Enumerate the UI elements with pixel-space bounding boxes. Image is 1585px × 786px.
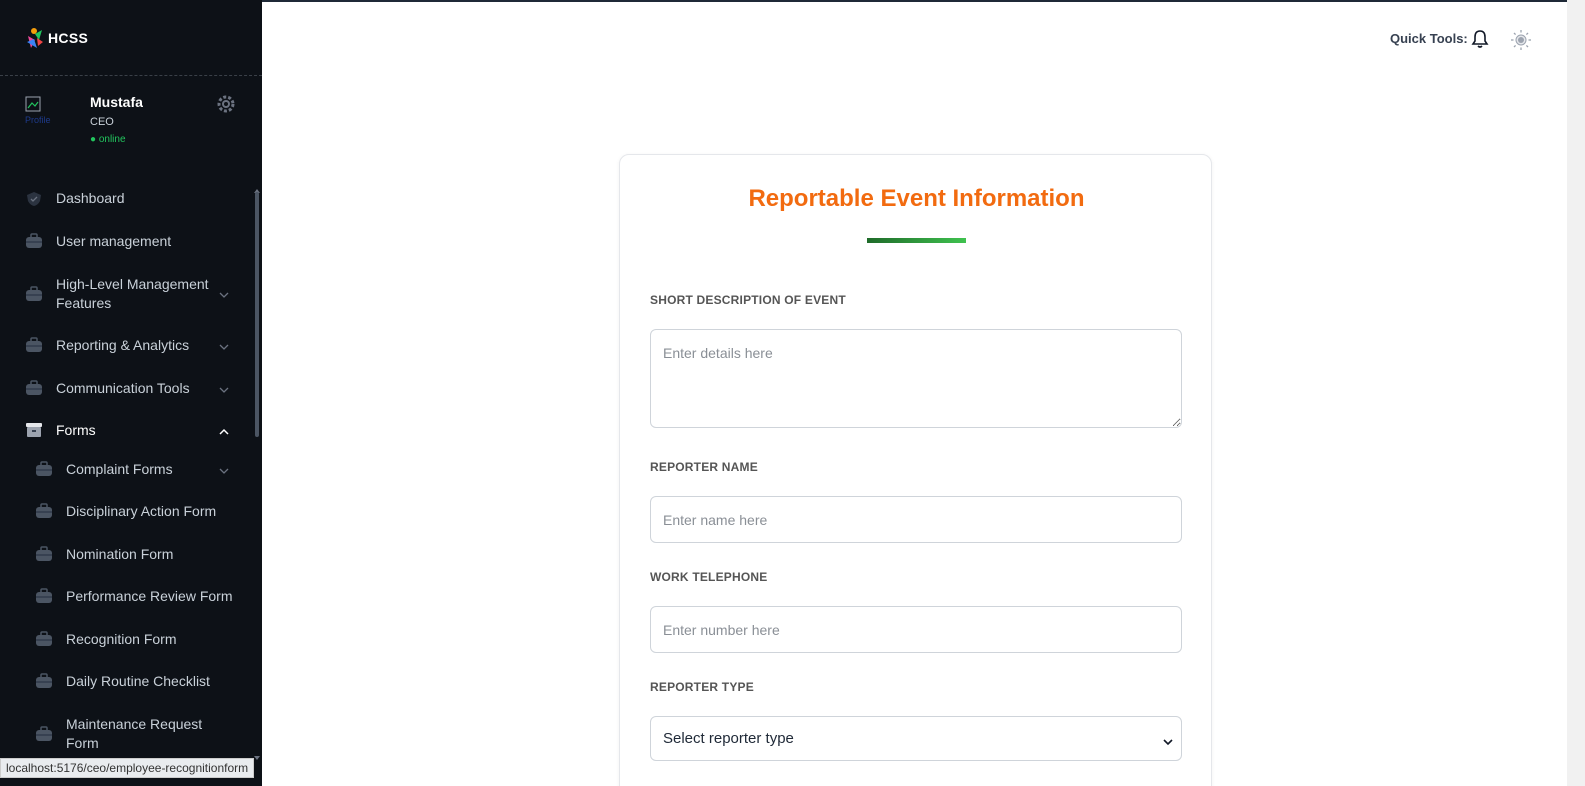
sidebar-item-label: Forms [56,422,96,438]
briefcase-icon [35,673,53,689]
sidebar-item-label: Dashboard [56,190,125,206]
chevron-down-icon [1163,734,1173,746]
sidebar-scrollbar-thumb[interactable] [255,192,259,437]
reporter-name-label: REPORTER NAME [650,460,758,474]
chevron-down-icon [218,340,230,352]
sidebar-item-label: Complaint Forms [66,461,173,477]
reporter-name-input[interactable] [650,496,1182,543]
profile-info: Mustafa CEO ● online [90,94,143,145]
sidebar-item-label: User management [56,233,172,249]
brand[interactable]: HCSS [0,0,262,76]
briefcase-icon [35,726,53,742]
title-underline [867,238,966,243]
sidebar-item-label: Recognition Form [66,631,177,647]
archive-icon [25,422,43,438]
sidebar-item-label: Performance Review Form [66,588,233,604]
bell-icon[interactable] [1471,29,1489,49]
reporter-type-label: REPORTER TYPE [650,680,754,694]
chevron-down-icon [218,288,230,300]
profile-role: CEO [90,116,114,128]
sidebar-item-forms[interactable]: Forms [0,421,252,440]
chevron-up-icon [218,425,230,437]
sidebar-item-reporting-analytics[interactable]: Reporting & Analytics [0,336,252,355]
sidebar-item-recognition-form[interactable]: Recognition Form [0,630,252,649]
avatar[interactable]: Profile [25,96,69,126]
briefcase-icon [35,546,53,562]
top-header: Quick Tools: [262,0,1585,76]
sidebar-item-communication-tools[interactable]: Communication Tools [0,379,252,398]
briefcase-icon [25,337,43,353]
user-profile: Profile Mustafa CEO ● online [0,76,262,168]
briefcase-icon [25,380,43,396]
briefcase-icon [35,461,53,477]
sidebar-item-label: Daily Routine Checklist [66,673,210,689]
briefcase-icon [35,588,53,604]
brand-name: HCSS [48,29,89,46]
sidebar-item-daily-routine-checklist[interactable]: Daily Routine Checklist [0,672,252,691]
hcss-logo-icon [25,26,45,50]
sidebar-item-disciplinary-action-form[interactable]: Disciplinary Action Form [0,502,252,521]
sidebar-item-label: Communication Tools [56,380,190,396]
short-description-label: SHORT DESCRIPTION OF EVENT [650,293,846,307]
scroll-down-arrow-icon[interactable] [254,748,260,760]
chevron-down-icon [218,464,230,476]
main-content: Reportable Event Information SHORT DESCR… [262,76,1567,786]
sidebar-item-complaint-forms[interactable]: Complaint Forms [0,460,252,479]
work-telephone-input[interactable] [650,606,1182,653]
sidebar-item-label: High-Level Management Features [56,276,209,311]
short-description-textarea[interactable] [650,329,1182,428]
reporter-type-select[interactable]: Select reporter type [650,716,1182,761]
sidebar-item-nomination-form[interactable]: Nomination Form [0,545,252,564]
profile-name: Mustafa [90,94,143,110]
reporter-type-selected: Select reporter type [663,730,794,747]
reportable-event-form: Reportable Event Information SHORT DESCR… [619,154,1212,786]
sidebar-item-high-level-management[interactable]: High-Level Management Features [0,275,252,313]
sidebar-item-user-management[interactable]: User management [0,232,252,251]
sidebar-item-label: Reporting & Analytics [56,337,190,353]
work-telephone-label: WORK TELEPHONE [650,570,768,584]
shield-icon [25,191,43,207]
sidebar: HCSS Profile Mustafa CEO ● online Dashbo… [0,0,262,786]
sidebar-item-performance-review-form[interactable]: Performance Review Form [0,587,252,606]
scroll-up-arrow-icon[interactable] [254,181,260,193]
online-status: ● online [90,134,126,145]
avatar-alt-text: Profile [25,115,51,125]
briefcase-icon [25,233,43,249]
chevron-down-icon [218,383,230,395]
briefcase-icon [35,631,53,647]
gear-icon[interactable] [216,94,236,114]
sidebar-item-label: Disciplinary Action Form [66,503,217,519]
sun-icon[interactable] [1510,29,1532,51]
sidebar-item-label: Maintenance Request Form [66,716,203,751]
briefcase-icon [25,286,43,302]
status-bar-url: localhost:5176/ceo/employee-recognitionf… [0,758,255,778]
sidebar-item-label: Nomination Form [66,546,174,562]
page-scrollbar[interactable] [1567,0,1585,786]
app-root: HCSS Profile Mustafa CEO ● online Dashbo… [0,0,1585,786]
sidebar-item-maintenance-request-form[interactable]: Maintenance Request Form [0,715,252,753]
form-title: Reportable Event Information [748,185,1085,212]
quick-tools-label: Quick Tools: [1390,31,1468,46]
sidebar-item-dashboard[interactable]: Dashboard [0,189,252,208]
briefcase-icon [35,503,53,519]
